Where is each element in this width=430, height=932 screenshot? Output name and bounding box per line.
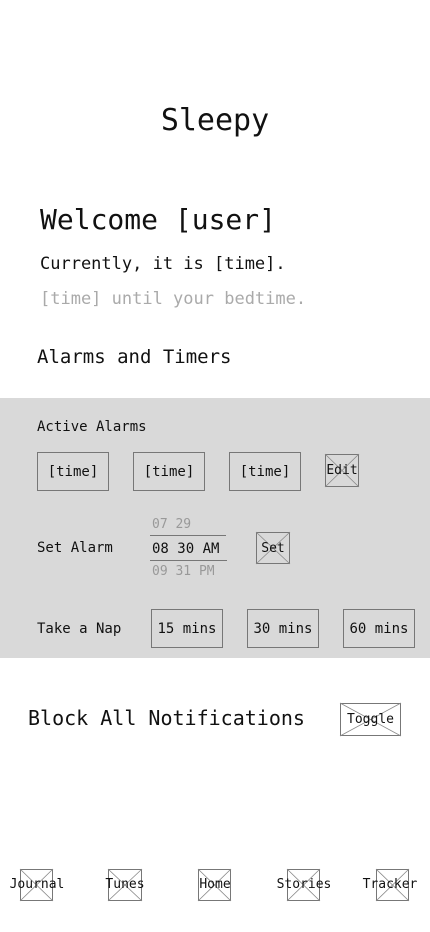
nap-60-button[interactable]: 60 mins (343, 609, 415, 648)
nap-15-button[interactable]: 15 mins (151, 609, 223, 648)
block-notifications-label: Block All Notifications (28, 706, 305, 730)
welcome-heading: Welcome [user] (40, 203, 277, 236)
nav-item-stories[interactable]: Stories (264, 868, 344, 902)
app-title: Sleepy (160, 103, 270, 138)
alarms-section-title: Alarms and Timers (37, 346, 232, 368)
edit-button-label: Edit (326, 463, 358, 478)
bedtime-countdown-text: [time] until your bedtime. (40, 289, 307, 309)
nav-label-tracker: Tracker (362, 877, 418, 892)
nav-label-stories: Stories (276, 877, 332, 892)
picker-row-above[interactable]: 07 29 (152, 517, 191, 532)
nav-label-journal: Journal (9, 877, 65, 892)
picker-row-below[interactable]: 09 31 PM (152, 564, 215, 579)
set-alarm-button[interactable]: Set (255, 531, 291, 565)
picker-divider-top (150, 535, 226, 536)
take-nap-label: Take a Nap (37, 621, 122, 637)
active-alarm-2[interactable]: [time] (133, 452, 205, 491)
toggle-label: Toggle (347, 712, 394, 727)
nap-30-button[interactable]: 30 mins (247, 609, 319, 648)
picker-row-selected[interactable]: 08 30 AM (152, 541, 219, 557)
nav-label-home: Home (199, 877, 231, 892)
current-time-text: Currently, it is [time]. (40, 254, 286, 274)
nav-label-tunes: Tunes (105, 877, 145, 892)
set-alarm-label: Set Alarm (37, 540, 113, 556)
nav-item-journal[interactable]: Journal (0, 868, 77, 902)
nav-item-tracker[interactable]: Tracker (350, 868, 430, 902)
nav-item-home[interactable]: Home (175, 868, 255, 902)
active-alarms-label: Active Alarms (37, 419, 147, 435)
active-alarm-3[interactable]: [time] (229, 452, 301, 491)
notifications-toggle[interactable]: Toggle (339, 702, 402, 737)
nav-item-tunes[interactable]: Tunes (85, 868, 165, 902)
edit-alarms-button[interactable]: Edit (324, 453, 360, 488)
set-button-label: Set (261, 540, 285, 556)
active-alarm-1[interactable]: [time] (37, 452, 109, 491)
alarms-panel: Active Alarms [time] [time] [time] Edit … (0, 398, 430, 658)
app-screen: Sleepy Welcome [user] Currently, it is [… (0, 0, 430, 932)
picker-divider-bottom (150, 560, 227, 561)
